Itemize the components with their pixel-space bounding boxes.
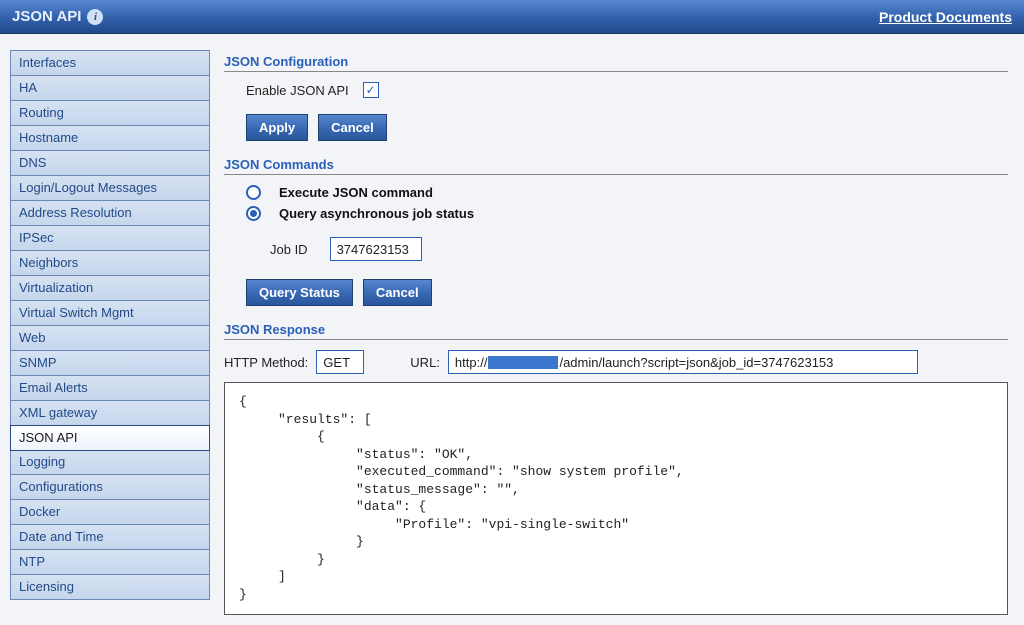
sidebar-item-virtualization[interactable]: Virtualization [11, 276, 209, 301]
enable-json-api-row: Enable JSON API ✓ [246, 82, 1008, 98]
cancel-button[interactable]: Cancel [318, 114, 387, 141]
url-redacted-host [488, 356, 558, 369]
response-body[interactable]: { "results": [ { "status": "OK", "execut… [224, 382, 1008, 615]
topbar: JSON API i Product Documents [0, 0, 1024, 34]
section-json-configuration: JSON Configuration [224, 54, 1008, 72]
sidebar-item-snmp[interactable]: SNMP [11, 351, 209, 376]
sidebar: InterfacesHARoutingHostnameDNSLogin/Logo… [10, 50, 210, 600]
enable-json-api-label: Enable JSON API [246, 83, 349, 98]
sidebar-item-web[interactable]: Web [11, 326, 209, 351]
url-input[interactable]: http:// /admin/launch?script=json&job_id… [448, 350, 918, 374]
sidebar-item-email-alerts[interactable]: Email Alerts [11, 376, 209, 401]
sidebar-item-ipsec[interactable]: IPSec [11, 226, 209, 251]
info-icon[interactable]: i [87, 9, 103, 25]
url-suffix: /admin/launch?script=json&job_id=3747623… [559, 355, 833, 370]
enable-json-api-checkbox[interactable]: ✓ [363, 82, 379, 98]
commands-radio-group: Execute JSON command Query asynchronous j… [246, 185, 1008, 221]
sidebar-item-interfaces[interactable]: Interfaces [11, 51, 209, 76]
sidebar-item-licensing[interactable]: Licensing [11, 575, 209, 599]
apply-button[interactable]: Apply [246, 114, 308, 141]
product-documents-link[interactable]: Product Documents [879, 9, 1012, 25]
sidebar-item-xml-gateway[interactable]: XML gateway [11, 401, 209, 426]
sidebar-item-dns[interactable]: DNS [11, 151, 209, 176]
section-json-commands: JSON Commands [224, 157, 1008, 175]
sidebar-item-ntp[interactable]: NTP [11, 550, 209, 575]
sidebar-item-login-logout-messages[interactable]: Login/Logout Messages [11, 176, 209, 201]
sidebar-item-date-and-time[interactable]: Date and Time [11, 525, 209, 550]
http-method-input[interactable] [316, 350, 364, 374]
sidebar-item-routing[interactable]: Routing [11, 101, 209, 126]
commands-button-row: Query Status Cancel [246, 279, 1008, 306]
main: JSON Configuration Enable JSON API ✓ App… [224, 50, 1014, 615]
command-option-0[interactable]: Execute JSON command [246, 185, 1008, 200]
http-method-label: HTTP Method: [224, 355, 308, 370]
command-option-label: Execute JSON command [279, 185, 433, 200]
sidebar-item-logging[interactable]: Logging [11, 450, 209, 475]
url-prefix: http:// [455, 355, 488, 370]
radio-icon [246, 185, 261, 200]
job-id-label: Job ID [270, 242, 308, 257]
job-id-row: Job ID [270, 237, 1008, 261]
sidebar-item-virtual-switch-mgmt[interactable]: Virtual Switch Mgmt [11, 301, 209, 326]
command-option-1[interactable]: Query asynchronous job status [246, 206, 1008, 221]
sidebar-item-ha[interactable]: HA [11, 76, 209, 101]
radio-icon [246, 206, 261, 221]
sidebar-item-docker[interactable]: Docker [11, 500, 209, 525]
sidebar-item-neighbors[interactable]: Neighbors [11, 251, 209, 276]
config-button-row: Apply Cancel [246, 114, 1008, 141]
sidebar-item-configurations[interactable]: Configurations [11, 475, 209, 500]
sidebar-item-address-resolution[interactable]: Address Resolution [11, 201, 209, 226]
sidebar-item-json-api[interactable]: JSON API [10, 425, 210, 451]
job-id-input[interactable] [330, 237, 422, 261]
section-json-response: JSON Response [224, 322, 1008, 340]
page-title: JSON API [12, 8, 81, 25]
query-status-button[interactable]: Query Status [246, 279, 353, 306]
url-label: URL: [410, 355, 440, 370]
command-option-label: Query asynchronous job status [279, 206, 474, 221]
layout: InterfacesHARoutingHostnameDNSLogin/Logo… [0, 34, 1024, 625]
commands-cancel-button[interactable]: Cancel [363, 279, 432, 306]
sidebar-item-hostname[interactable]: Hostname [11, 126, 209, 151]
http-row: HTTP Method: URL: http:// /admin/launch?… [224, 350, 1008, 374]
topbar-left: JSON API i [12, 8, 103, 25]
